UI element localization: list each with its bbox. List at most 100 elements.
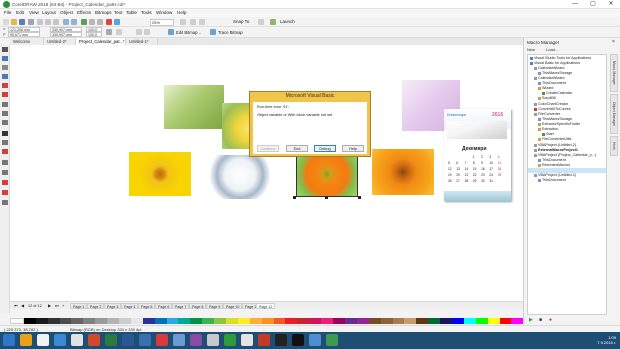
side-tab-object-manager[interactable]: Object Manager [610, 94, 618, 134]
palette-swatch[interactable] [95, 318, 108, 324]
taskbar-app-icon[interactable] [88, 334, 100, 346]
add-page-icon[interactable]: + [62, 303, 64, 308]
palette-swatch[interactable] [499, 318, 512, 324]
full-screen-icon[interactable] [180, 19, 186, 25]
side-tab-macro-manager[interactable]: Macro Manager [610, 54, 618, 92]
file-explorer-icon[interactable] [20, 334, 32, 346]
parallel-dimension-icon[interactable] [2, 140, 8, 145]
stop-macro-icon[interactable]: ■ [539, 317, 542, 323]
palette-swatch[interactable] [119, 318, 131, 324]
menu-effects[interactable]: Effects [77, 10, 91, 15]
edit-bitmap-button[interactable]: Edit Bitmap... [176, 30, 201, 35]
powerpoint-icon[interactable] [156, 334, 168, 346]
eyedropper-tool-icon[interactable] [2, 180, 8, 185]
page-tab-1[interactable]: Page 1 [70, 303, 88, 309]
palette-swatch[interactable] [368, 318, 381, 324]
interactive-fill-icon[interactable] [2, 190, 8, 195]
side-tab-hints[interactable]: Hints [610, 136, 618, 156]
taskbar-app-icon[interactable] [139, 334, 151, 346]
palette-swatch[interactable] [451, 318, 464, 324]
artistic-media-icon[interactable] [2, 92, 8, 97]
text-tool-icon[interactable] [2, 131, 8, 136]
menu-object[interactable]: Object [60, 10, 73, 15]
palette-swatch[interactable] [178, 318, 191, 324]
palette-swatch[interactable] [416, 318, 429, 324]
page-tab-6[interactable]: Page 6 [155, 303, 173, 309]
taskbar-app-icon[interactable] [190, 334, 202, 346]
yellow-gerbera-photo[interactable] [129, 152, 191, 196]
menu-edit[interactable]: Edit [16, 10, 24, 15]
search-content-icon[interactable] [81, 19, 87, 25]
end-button[interactable]: End [286, 145, 308, 152]
app-launcher-icon[interactable] [114, 19, 120, 25]
guidelines-icon[interactable] [199, 19, 205, 25]
palette-swatch[interactable] [23, 318, 36, 324]
polygon-tool-icon[interactable] [2, 120, 8, 125]
palette-swatch[interactable] [487, 318, 500, 324]
tab-project-calendar[interactable]: Project_Calendar_pat...* [76, 38, 126, 45]
publish-pdf-icon[interactable] [106, 19, 112, 25]
palette-swatch[interactable] [321, 318, 334, 324]
ellipse-tool-icon[interactable] [2, 111, 8, 116]
start-button-icon[interactable] [3, 334, 15, 346]
cut-icon[interactable] [37, 19, 43, 25]
freehand-tool-icon[interactable] [2, 83, 8, 88]
palette-swatch[interactable] [35, 318, 48, 324]
menu-table[interactable]: Table [126, 10, 137, 15]
system-clock[interactable]: 1:05 7.9.2016 г. [597, 335, 616, 345]
excel-icon[interactable] [105, 334, 117, 346]
save-icon[interactable] [19, 19, 25, 25]
run-macro-icon[interactable]: ▶ [529, 317, 533, 323]
palette-swatch[interactable] [404, 318, 417, 324]
taskbar-app-icon[interactable] [292, 334, 304, 346]
tree-node[interactable]: ThisDocument [538, 178, 566, 183]
trace-bitmap-button[interactable]: Trace Bitmap [218, 30, 243, 35]
edit-bitmap-icon[interactable] [168, 29, 174, 35]
taskbar-app-icon[interactable] [241, 334, 253, 346]
next-page-icon[interactable]: ▶ [48, 303, 51, 308]
palette-swatch[interactable] [344, 318, 357, 324]
pick-tool-icon[interactable] [2, 47, 8, 52]
last-page-icon[interactable]: ⏭ [55, 303, 59, 308]
taskbar-app-icon[interactable] [173, 334, 185, 346]
palette-swatch[interactable] [190, 318, 203, 324]
palette-swatch[interactable] [356, 318, 369, 324]
orange-flower-photo[interactable] [372, 149, 434, 195]
palette-swatch[interactable] [309, 318, 322, 324]
new-document-icon[interactable] [3, 19, 9, 25]
coreldraw-taskbar-icon[interactable] [326, 334, 338, 346]
y-position-field[interactable]: 95,671 mm [8, 32, 40, 37]
palette-swatch[interactable] [59, 318, 72, 324]
page-tab-3[interactable]: Page 3 [104, 303, 122, 309]
selected-orange-gerbera-photo[interactable] [296, 151, 358, 197]
menu-file[interactable]: File [4, 10, 11, 15]
tree-node[interactable]: Scrp806 [538, 96, 556, 101]
page-tab-12[interactable]: Page 12 [256, 303, 276, 309]
page-tab-10[interactable]: Page 10 [223, 303, 243, 309]
launch-dropdown[interactable]: Launch [280, 19, 295, 24]
calendar-page[interactable]: Dreamscape 2016 Декември 1234 5 6 7 8 9 10 11 … [444, 109, 511, 201]
undo-icon[interactable] [63, 19, 69, 25]
record-macro-icon[interactable]: ● [549, 317, 552, 323]
palette-swatch[interactable] [261, 318, 274, 324]
first-page-icon[interactable]: ⏮ [14, 303, 18, 308]
page-tab-8[interactable]: Page 8 [189, 303, 207, 309]
mirror-vertical-icon[interactable] [144, 29, 150, 35]
rectangle-tool-icon[interactable] [2, 102, 8, 107]
palette-swatch[interactable] [214, 318, 227, 324]
palette-swatch[interactable] [83, 318, 96, 324]
taskbar-app-icon[interactable] [54, 334, 66, 346]
palette-swatch[interactable] [285, 318, 298, 324]
palette-swatch[interactable] [297, 318, 310, 324]
snap-to-dropdown[interactable]: Snap To [233, 19, 249, 24]
palette-swatch[interactable] [333, 318, 345, 324]
palette-swatch[interactable] [428, 318, 441, 324]
palette-swatch[interactable] [273, 318, 286, 324]
selection-handle[interactable] [325, 196, 328, 199]
menu-tools[interactable]: Tools [141, 10, 152, 15]
palette-swatch[interactable] [71, 318, 84, 324]
palette-swatch[interactable] [47, 318, 60, 324]
trace-bitmap-icon[interactable] [210, 29, 216, 35]
lock-ratio-icon[interactable] [106, 29, 112, 35]
close-button[interactable]: ✕ [602, 0, 620, 9]
